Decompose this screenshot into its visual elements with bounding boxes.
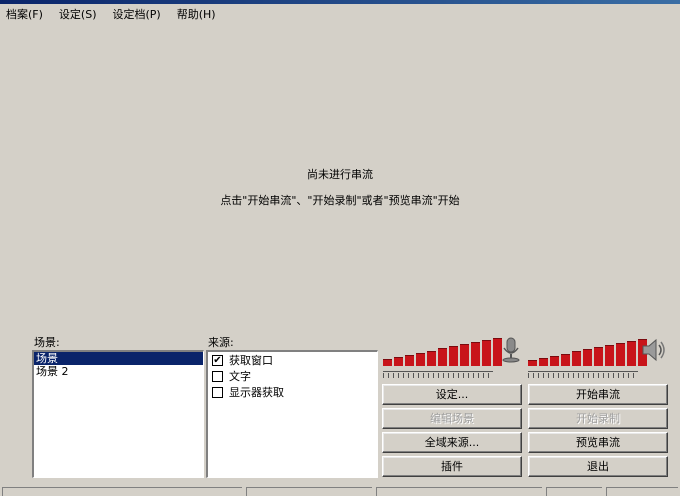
meter-bar: [405, 355, 414, 366]
meter-bar: [627, 341, 636, 366]
stream-preview-area: 尚未进行串流 点击"开始串流"、"开始录制"或者"预览串流"开始: [0, 26, 680, 331]
status-cell: [376, 487, 542, 496]
exit-button[interactable]: 退出: [528, 456, 668, 477]
scene-item[interactable]: 场景 2: [34, 365, 203, 378]
source-item[interactable]: 文字: [208, 368, 377, 384]
source-label: 获取窗口: [229, 354, 273, 367]
start-stream-button[interactable]: 开始串流: [528, 384, 668, 405]
meter-bar: [460, 344, 469, 366]
menu-profiles[interactable]: 设定档(P): [111, 6, 163, 24]
desktop-volume-meter: [528, 336, 647, 366]
meter-bar: [528, 360, 537, 366]
sources-list[interactable]: ✔ 获取窗口 文字 显示器获取: [206, 350, 378, 478]
source-label: 文字: [229, 370, 251, 383]
status-cell: [546, 487, 602, 496]
meter-bar: [383, 359, 392, 366]
meter-bar: [427, 351, 436, 366]
meter-bar: [394, 357, 403, 366]
start-record-button[interactable]: 开始录制: [528, 408, 668, 429]
status-cell: [246, 487, 372, 496]
meter-bar: [583, 349, 592, 366]
meter-bar: [438, 348, 447, 366]
source-label: 显示器获取: [229, 386, 284, 399]
meter-bar: [416, 353, 425, 366]
source-checkbox[interactable]: [212, 386, 223, 398]
source-item[interactable]: 显示器获取: [208, 384, 377, 400]
status-bar: [0, 486, 680, 496]
meter-bar: [449, 346, 458, 366]
status-cell: [606, 487, 678, 496]
meter-bar: [471, 342, 480, 366]
meter-bar: [539, 358, 548, 366]
meter-bar: [572, 351, 581, 366]
scenes-label: 场景:: [34, 336, 60, 349]
speaker-icon[interactable]: [640, 336, 668, 364]
menu-help[interactable]: 帮助(H): [175, 6, 218, 24]
menu-settings[interactable]: 设定(S): [57, 6, 99, 24]
mic-volume-meter: [383, 336, 502, 366]
scenes-list[interactable]: 场景 场景 2: [32, 350, 204, 478]
settings-button[interactable]: 设定...: [382, 384, 522, 405]
global-sources-button[interactable]: 全域来源...: [382, 432, 522, 453]
source-checkbox[interactable]: ✔: [212, 354, 223, 366]
title-bar: [0, 0, 680, 4]
mic-meter-ticks: [383, 373, 493, 378]
preview-status-title: 尚未进行串流: [307, 168, 373, 181]
meter-bar: [482, 340, 491, 366]
desktop-meter-scale: [528, 371, 638, 372]
mic-meter-scale: [383, 371, 493, 372]
edit-scene-button[interactable]: 编辑场景: [382, 408, 522, 429]
preview-status-hint: 点击"开始串流"、"开始录制"或者"预览串流"开始: [220, 194, 460, 207]
microphone-icon[interactable]: [498, 336, 524, 364]
meter-bar: [561, 354, 570, 366]
desktop-meter-ticks: [528, 373, 638, 378]
plugins-button[interactable]: 插件: [382, 456, 522, 477]
sources-label: 来源:: [208, 336, 234, 349]
meter-bar: [550, 356, 559, 366]
status-cell: [2, 487, 242, 496]
source-item[interactable]: ✔ 获取窗口: [208, 352, 377, 368]
menu-file[interactable]: 档案(F): [4, 6, 45, 24]
menu-bar: 档案(F) 设定(S) 设定档(P) 帮助(H): [0, 6, 218, 24]
meter-bar: [605, 345, 614, 366]
meter-bar: [616, 343, 625, 366]
scene-item[interactable]: 场景: [34, 352, 203, 365]
preview-stream-button[interactable]: 预览串流: [528, 432, 668, 453]
source-checkbox[interactable]: [212, 370, 223, 382]
meter-bar: [594, 347, 603, 366]
